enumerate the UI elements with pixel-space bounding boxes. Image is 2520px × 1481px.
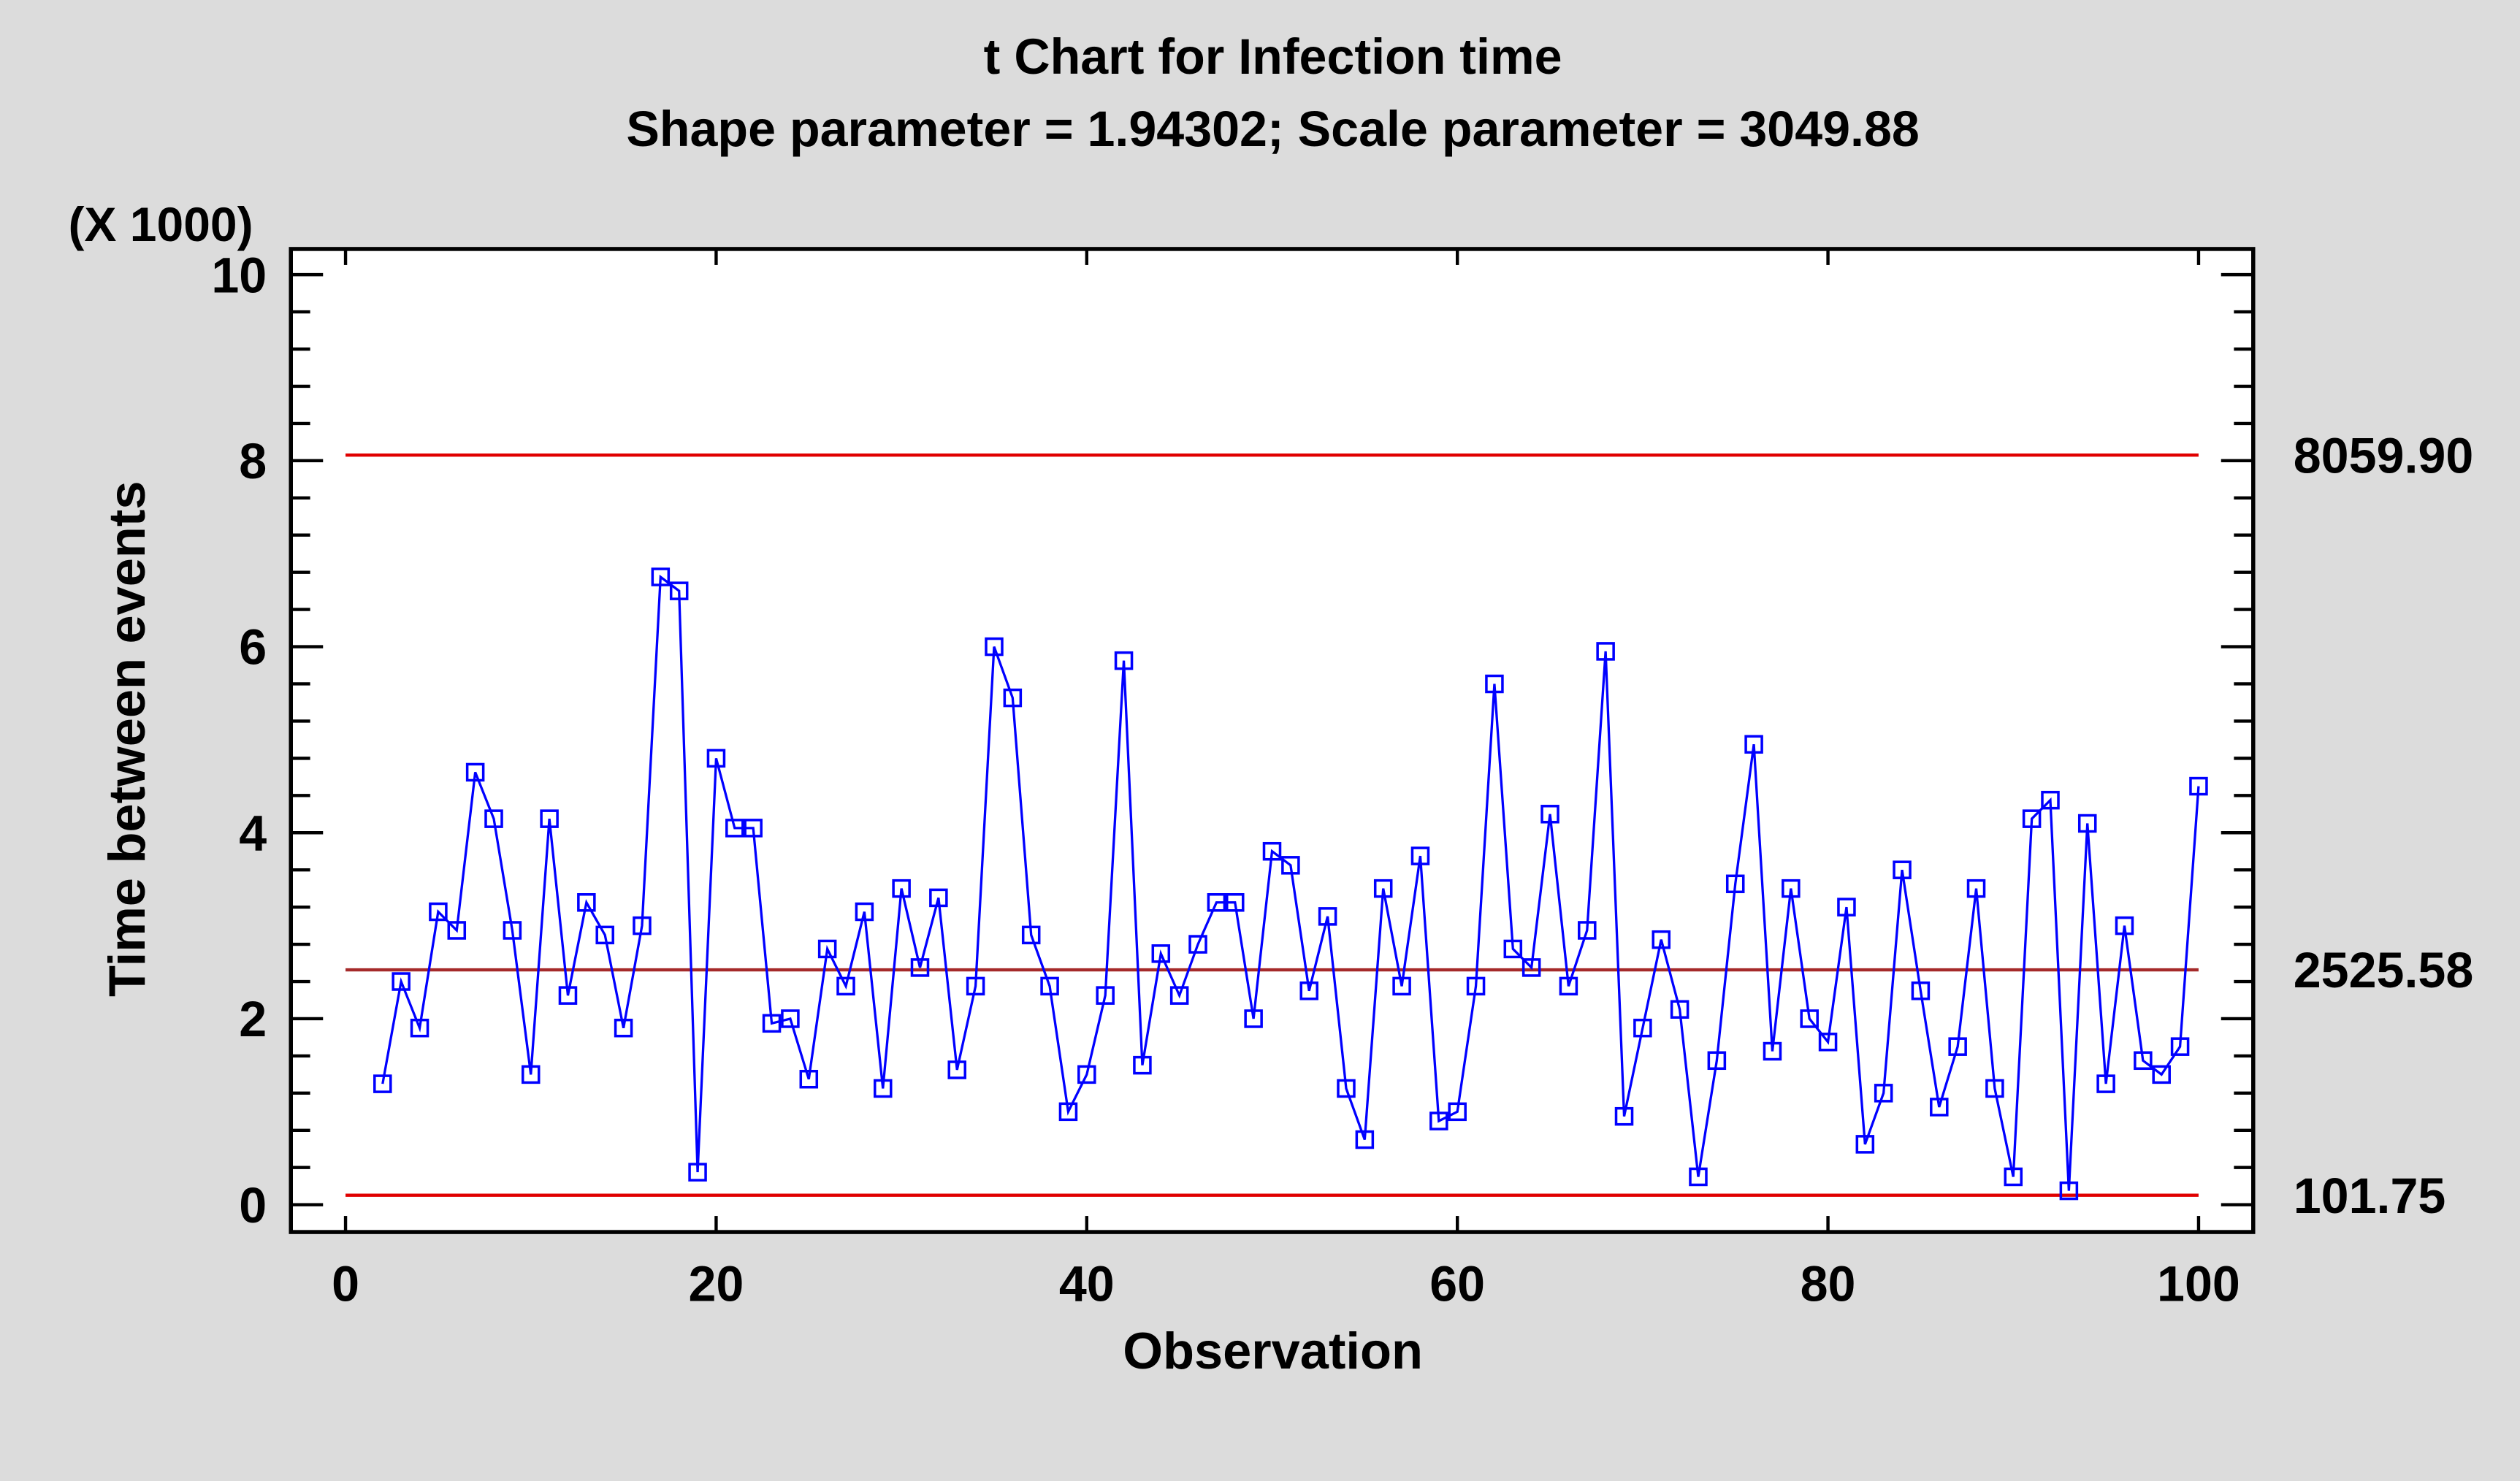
y-tick-label: 2 [239, 992, 267, 1047]
x-tick-label: 100 [2157, 1257, 2240, 1312]
y-axis-label: Time between events [98, 481, 156, 998]
t-chart: t Chart for Infection time Shape paramet… [68, 29, 2474, 1379]
chart-title: t Chart for Infection time [984, 29, 1562, 85]
x-tick-label: 60 [1429, 1257, 1485, 1312]
chart-subtitle: Shape parameter = 1.94302; Scale paramet… [626, 102, 1920, 157]
y-tick-label: 0 [239, 1178, 267, 1233]
y-tick-label: 4 [239, 805, 267, 861]
y-multiplier-label: (X 1000) [68, 197, 253, 251]
x-tick-label: 20 [688, 1257, 744, 1312]
control-limit-label-lcl: 101.75 [2294, 1168, 2446, 1224]
x-tick-label: 40 [1059, 1257, 1115, 1312]
plot-area [289, 247, 2256, 1234]
y-tick-label: 6 [239, 620, 267, 676]
control-limit-label-cl: 2525.58 [2294, 943, 2474, 998]
y-tick-label: 10 [211, 248, 267, 303]
y-tick-label: 8 [239, 434, 267, 489]
x-tick-label: 80 [1801, 1257, 1856, 1312]
control-limit-label-ucl: 8059.90 [2294, 428, 2474, 483]
x-axis-label: Observation [1123, 1322, 1423, 1379]
x-tick-label: 0 [332, 1257, 359, 1312]
